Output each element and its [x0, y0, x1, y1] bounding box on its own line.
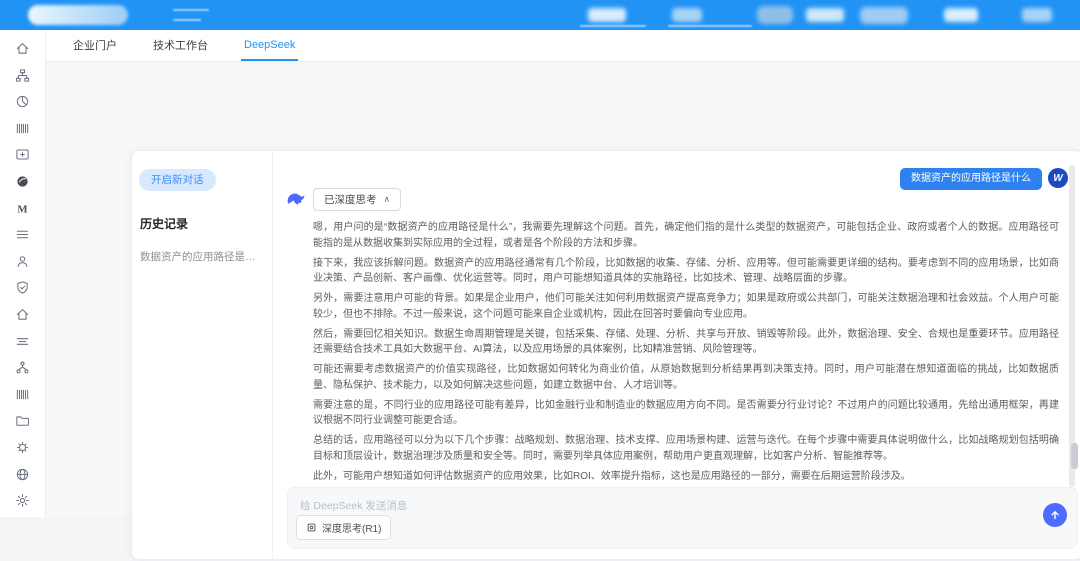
blurred-nav-item [173, 9, 209, 11]
thought-paragraph: 总结的话，应用路径可以分为以下几个步骤：战略规划、数据治理、技术支撑、应用场景构… [313, 433, 1059, 464]
thought-paragraph: 需要注意的是，不同行业的应用路径可能有差异，比如金融行业和制造业的数据应用方向不… [313, 398, 1059, 429]
blurred-nav-item[interactable] [860, 7, 908, 24]
content-background: 开启新对话 历史记录 数据资产的应用路径是什么 数据资产的应用路径是什么 W 已… [46, 62, 1080, 517]
history-item[interactable]: 数据资产的应用路径是什么 [137, 245, 267, 268]
new-chat-button[interactable]: 开启新对话 [139, 169, 216, 191]
thought-paragraph: 接下来，我应该拆解问题。数据资产的应用路径通常有几个阶段，比如数据的收集、存储、… [313, 256, 1059, 287]
m-letter-icon[interactable]: M [15, 201, 30, 216]
input-placeholder: 给 DeepSeek 发送消息 [300, 498, 407, 513]
thought-paragraph: 另外，需要注意用户可能的背景。如果是企业用户，他们可能关注如何利用数据资产提高竞… [313, 291, 1059, 322]
top-nav-bar [0, 0, 1080, 30]
globe-dark-icon[interactable] [15, 174, 30, 189]
tab-workbench[interactable]: 技术工作台 [150, 30, 211, 61]
add-card-icon[interactable] [15, 147, 30, 162]
deepseek-whale-icon [286, 190, 306, 210]
thought-paragraph: 此外，可能用户想知道如何评估数据资产的应用效果，比如ROI、效率提升指标，这也是… [313, 469, 1059, 485]
globe-icon[interactable] [15, 467, 30, 482]
settings-icon[interactable] [15, 493, 30, 508]
barcode-icon[interactable] [15, 121, 30, 136]
tab-bar: 企业门户技术工作台 DeepSeek [46, 30, 1080, 62]
layers-icon[interactable] [15, 334, 30, 349]
chevron-up-icon: ∧ [384, 194, 391, 205]
chat-scrollbar[interactable] [1069, 165, 1075, 487]
deep-think-label: 深度思考(R1) [322, 520, 381, 535]
send-button[interactable] [1043, 503, 1067, 527]
barcode-alt-icon[interactable] [15, 387, 30, 402]
deep-think-icon [306, 522, 317, 533]
svg-text:M: M [17, 203, 27, 215]
pie-chart-icon[interactable] [15, 94, 30, 109]
deep-thought-toggle[interactable]: 已深度思考 ∧ [313, 188, 401, 211]
tab-portal[interactable]: 企业门户 [70, 30, 120, 61]
user-icon[interactable] [15, 254, 30, 269]
icon-rail: M [0, 30, 46, 517]
blurred-nav-underline [668, 25, 752, 27]
chat-main: 数据资产的应用路径是什么 W 已深度思考 ∧ 嗯，用户问的是“数据资产的应用路径… [273, 151, 1080, 561]
history-list: 数据资产的应用路径是什么 [137, 245, 267, 268]
deepseek-chat-card: 开启新对话 历史记录 数据资产的应用路径是什么 数据资产的应用路径是什么 W 已… [131, 150, 1080, 560]
chat-sidebar: 开启新对话 历史记录 数据资产的应用路径是什么 [132, 151, 273, 561]
blurred-nav-item[interactable] [672, 8, 702, 22]
send-arrow-icon [1048, 508, 1062, 522]
user-message-bubble: 数据资产的应用路径是什么 [900, 168, 1042, 190]
page-scrollbar[interactable] [1071, 443, 1078, 469]
thought-paragraph: 嗯，用户问的是“数据资产的应用路径是什么”，我需要先理解这个问题。首先，确定他们… [313, 220, 1059, 251]
shield-icon[interactable] [15, 280, 30, 295]
user-avatar: W [1048, 168, 1068, 188]
list-icon[interactable] [15, 227, 30, 242]
home-alt-icon[interactable] [15, 307, 30, 322]
blurred-nav-underline [580, 25, 646, 27]
blurred-nav-item[interactable] [1022, 8, 1052, 22]
tab-deepseek[interactable]: DeepSeek [241, 30, 298, 61]
app-logo [28, 5, 128, 25]
message-input-box[interactable]: 给 DeepSeek 发送消息 深度思考(R1) [287, 487, 1078, 549]
blurred-nav-item[interactable] [806, 8, 844, 22]
history-title: 历史记录 [140, 215, 188, 232]
blurred-nav-item[interactable] [588, 8, 626, 22]
blurred-nav-item[interactable] [757, 6, 793, 24]
tab-list: 企业门户技术工作台 DeepSeek [70, 30, 298, 61]
home-icon[interactable] [15, 41, 30, 56]
hierarchy-icon[interactable] [15, 360, 30, 375]
deep-thought-label: 已深度思考 [324, 192, 377, 207]
blurred-nav-item [173, 19, 201, 21]
assistant-thought-text: 嗯，用户问的是“数据资产的应用路径是什么”，我需要先理解这个问题。首先，确定他们… [313, 220, 1059, 486]
org-chart-icon[interactable] [15, 68, 30, 83]
blurred-nav-item[interactable] [944, 8, 978, 22]
thought-paragraph: 可能还需要考虑数据资产的价值实现路径，比如数据如何转化为商业价值，从原始数据到分… [313, 362, 1059, 393]
badge-icon[interactable] [15, 440, 30, 455]
folder-icon[interactable] [15, 413, 30, 428]
deep-think-toggle[interactable]: 深度思考(R1) [296, 515, 391, 540]
user-message-row: 数据资产的应用路径是什么 W [900, 168, 1068, 190]
thought-paragraph: 然后，需要回忆相关知识。数据生命周期管理是关键，包括采集、存储、处理、分析、共享… [313, 327, 1059, 358]
